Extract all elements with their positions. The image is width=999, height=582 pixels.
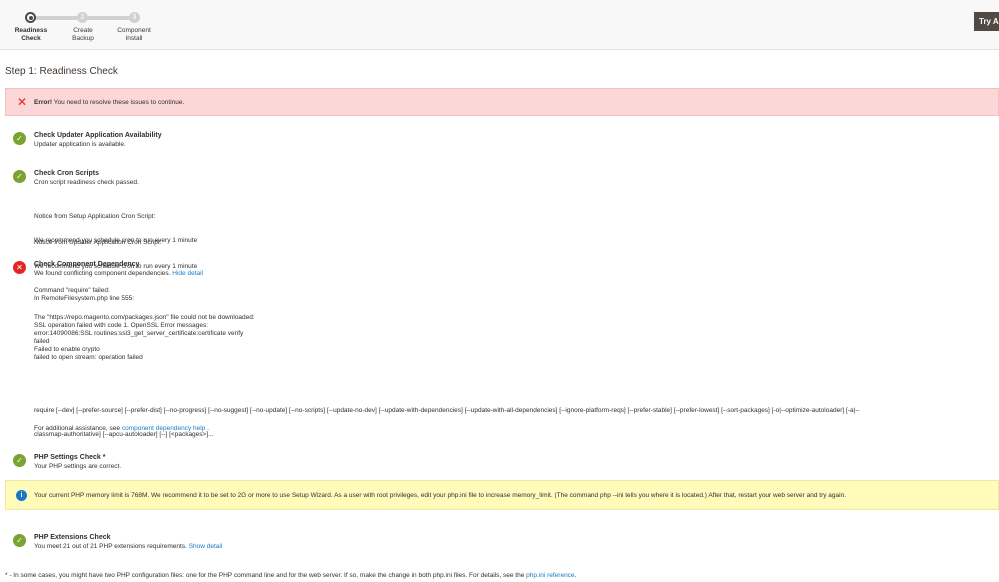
check-cron-status: Cron script readiness check passed.	[34, 179, 139, 186]
step-1-label-line1: Readiness	[14, 27, 48, 34]
dependency-usage: require [--dev] [--prefer-source] [--pre…	[34, 391, 860, 447]
php-ini-reference-link[interactable]: php.ini reference	[526, 572, 574, 579]
cron-notice-setup-line1: Notice from Setup Application Cron Scrip…	[34, 213, 156, 220]
check-dependency-status: We found conflicting component dependenc…	[34, 270, 203, 277]
component-dependency-help-link[interactable]: component dependency help	[122, 425, 205, 432]
dependency-help-prefix: For additional assistance, see	[34, 425, 122, 432]
footnote: * - In some cases, you might have two PH…	[5, 572, 576, 579]
dependency-help: For additional assistance, see component…	[34, 425, 209, 433]
check-php-extensions-status-text: You meet 21 out of 21 PHP extensions req…	[34, 543, 187, 550]
error-strong: Error!	[34, 99, 53, 106]
error-banner: ✕ Error! You need to resolve these issue…	[5, 88, 999, 116]
step-3-label: Component Install	[109, 27, 159, 42]
error-x-icon: ✕	[13, 261, 26, 274]
step-3-label-line2: Install	[125, 34, 143, 42]
cron-notice-updater-line1: Notice from Updater Application Cron Scr…	[34, 239, 162, 246]
checkmark-icon: ✓	[13, 454, 26, 467]
check-dependency-title: Check Component Dependency	[34, 261, 140, 268]
show-detail-link[interactable]: Show detail	[189, 543, 223, 550]
step-2-label-line1: Create	[73, 27, 93, 34]
dependency-help-suffix: .	[205, 425, 209, 432]
step-2-label-line2: Backup	[72, 34, 94, 42]
memory-notice-banner: i Your current PHP memory limit is 768M.…	[5, 480, 999, 510]
checkmark-icon: ✓	[13, 534, 26, 547]
step-2-label: Create Backup	[58, 27, 108, 42]
progress-header: 2 3 Readiness Check Create Backup Compon…	[0, 0, 999, 50]
check-php-extensions-status: You meet 21 out of 21 PHP extensions req…	[34, 543, 222, 550]
step-2-number: 2	[80, 14, 85, 21]
check-updater-status: Updater application is available.	[34, 141, 126, 148]
checkmark-icon: ✓	[13, 132, 26, 145]
step-3-indicator: 3	[129, 12, 140, 23]
check-updater-title: Check Updater Application Availability	[34, 132, 162, 139]
footnote-suffix: .	[574, 572, 577, 579]
check-cron-title: Check Cron Scripts	[34, 170, 99, 177]
step-2-indicator: 2	[77, 12, 88, 23]
close-x-icon: ✕	[17, 95, 28, 109]
try-again-button[interactable]: Try A	[974, 12, 999, 31]
page-title: Step 1: Readiness Check	[5, 66, 118, 77]
dependency-detail-head: Command "require" failed: In RemoteFiles…	[34, 287, 135, 302]
step-1-label: Readiness Check	[6, 27, 56, 42]
checkmark-icon: ✓	[13, 170, 26, 183]
memory-notice-text: Your current PHP memory limit is 768M. W…	[34, 492, 846, 499]
check-dependency-status-text: We found conflicting component dependenc…	[34, 270, 171, 277]
error-message-text: You need to resolve these issues to cont…	[52, 99, 185, 106]
error-message: Error! You need to resolve these issues …	[34, 99, 184, 106]
check-php-extensions-title: PHP Extensions Check	[34, 534, 111, 541]
info-icon: i	[16, 490, 27, 501]
check-php-settings-status: Your PHP settings are correct.	[34, 463, 122, 470]
dependency-usage-line1: require [--dev] [--prefer-source] [--pre…	[34, 407, 860, 414]
step-1-label-line2: Check	[21, 34, 41, 42]
footnote-text: * - In some cases, you might have two PH…	[5, 572, 527, 579]
step-1-indicator	[25, 12, 36, 23]
hide-detail-link[interactable]: Hide detail	[172, 270, 203, 277]
dependency-detail-body: The "https://repo.magento.com/packages.j…	[34, 314, 255, 361]
step-3-label-line1: Component	[117, 27, 151, 34]
step-3-number: 3	[132, 14, 137, 21]
check-php-settings-title: PHP Settings Check *	[34, 454, 106, 461]
